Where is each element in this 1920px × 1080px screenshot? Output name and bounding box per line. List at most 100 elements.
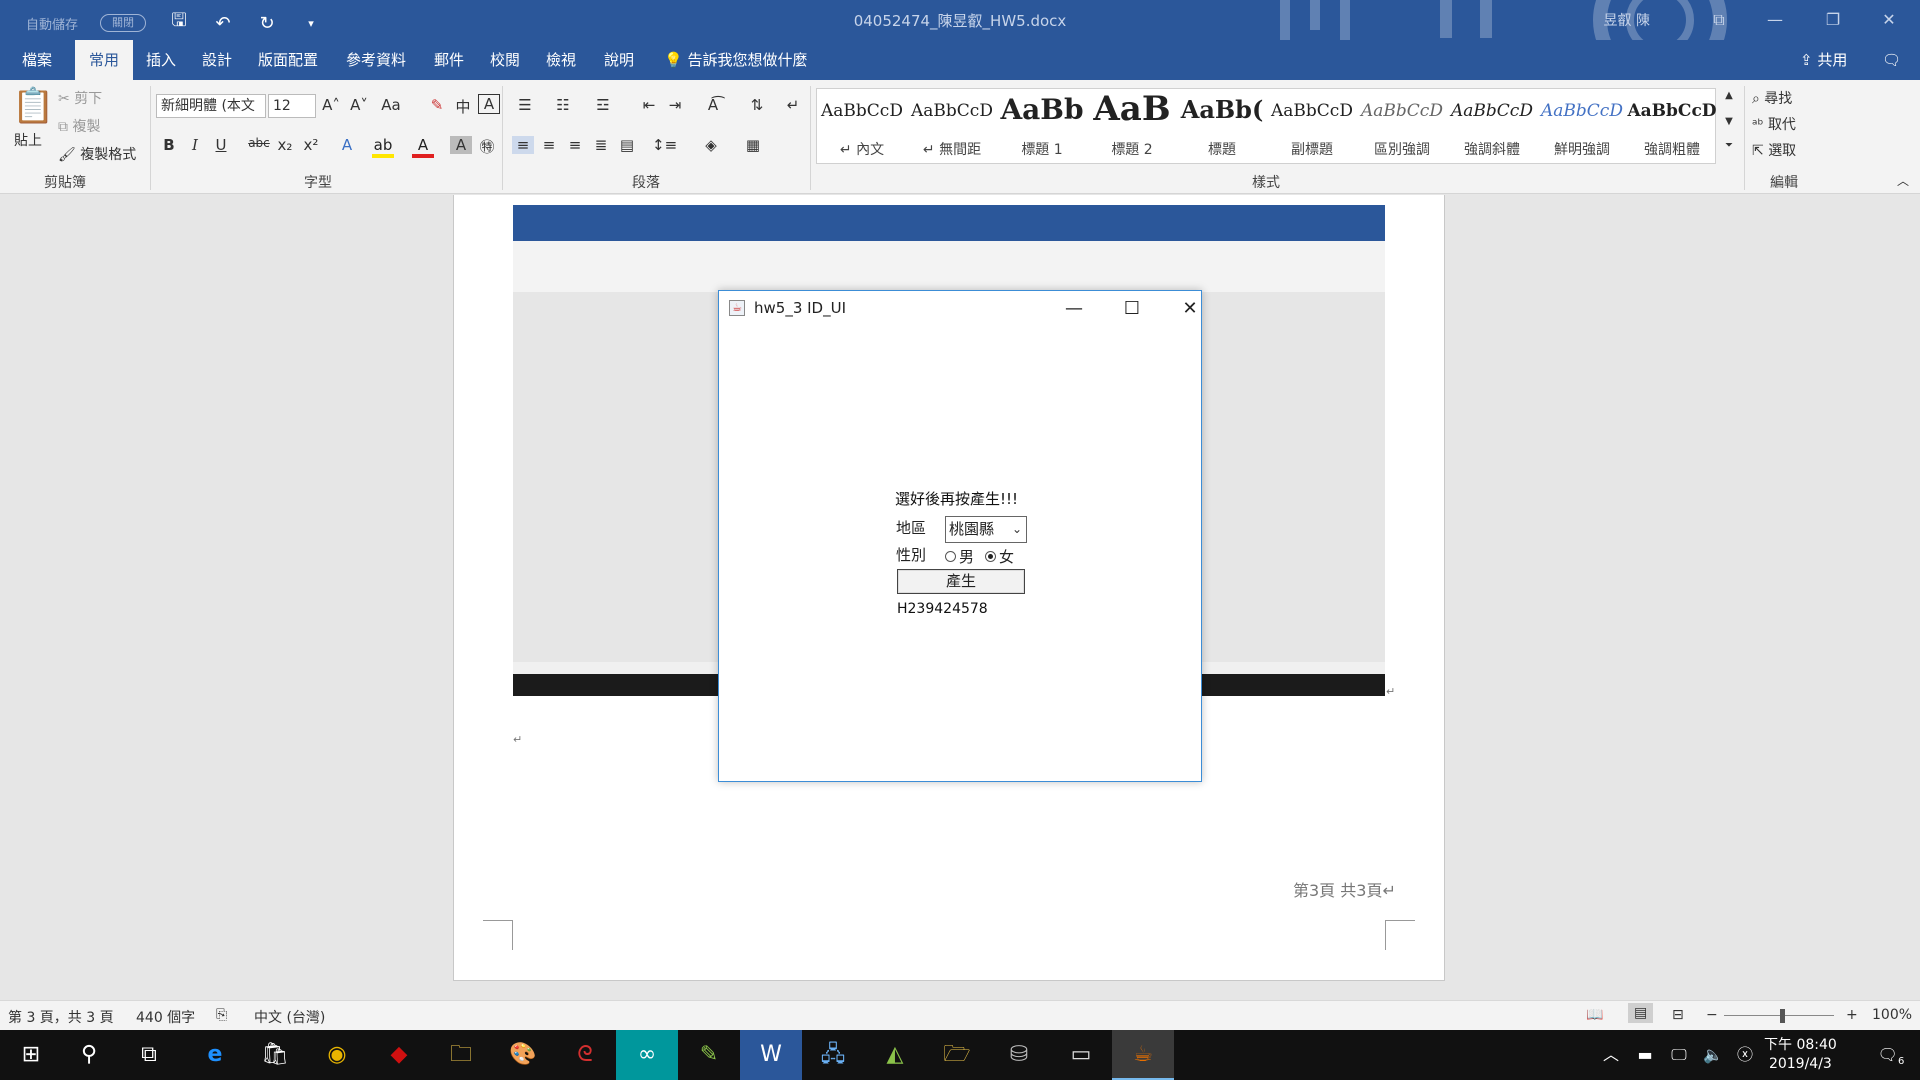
style-heading-1[interactable]: AaBb 標題 1 xyxy=(997,89,1087,163)
strikethrough-icon[interactable]: abc xyxy=(248,136,270,150)
clear-format-icon[interactable]: ✎ xyxy=(426,96,448,114)
increase-indent-icon[interactable]: ⇥ xyxy=(664,96,686,114)
word-icon[interactable]: W xyxy=(740,1030,802,1080)
collapse-ribbon-icon[interactable]: ︿ xyxy=(1892,172,1914,189)
garena-icon[interactable]: ᘓ xyxy=(554,1030,616,1080)
style-subtle-emphasis[interactable]: AaBbCcD 區別強調 xyxy=(1357,89,1447,163)
tab-review[interactable]: 校閱 xyxy=(476,40,534,80)
find-button[interactable]: ⌕ 尋找 xyxy=(1752,88,1792,108)
tab-mailings[interactable]: 郵件 xyxy=(420,40,478,80)
word-count[interactable]: 440 個字 xyxy=(136,1007,195,1027)
arduino-icon[interactable]: ∞ xyxy=(616,1030,678,1080)
network-app-icon[interactable]: 🖧 xyxy=(802,1030,864,1080)
folder-icon[interactable]: 🗁 xyxy=(926,1030,988,1080)
windows-start-icon[interactable]: ⊞ xyxy=(0,1030,62,1080)
asian-layout-icon[interactable]: A͡ xyxy=(702,96,724,114)
align-left-icon[interactable]: ≡ xyxy=(512,136,534,154)
font-color-icon[interactable]: A xyxy=(412,136,434,158)
volume-icon[interactable]: 🔈 xyxy=(1698,1030,1728,1080)
chevron-up-icon[interactable]: ︿ xyxy=(1596,1030,1626,1080)
decrease-indent-icon[interactable]: ⇤ xyxy=(638,96,660,114)
bullets-icon[interactable]: ☰ xyxy=(514,96,536,114)
terminal-icon[interactable]: ▭ xyxy=(1050,1030,1112,1080)
justify-icon[interactable]: ≣ xyxy=(590,136,612,154)
gender-male-radio[interactable]: 男 xyxy=(945,546,974,567)
java-app-taskbar-icon[interactable]: ☕ xyxy=(1112,1030,1174,1080)
show-marks-icon[interactable]: ↵ xyxy=(782,96,804,114)
style-intense-emphasis[interactable]: AaBbCcD 鮮明強調 xyxy=(1537,89,1627,163)
close-icon[interactable]: ✕ xyxy=(1866,0,1912,40)
cut-button[interactable]: ✂ 剪下 xyxy=(58,88,102,108)
copy-button[interactable]: ⧉ 複製 xyxy=(58,116,100,136)
change-case-icon[interactable]: Aa xyxy=(380,96,402,114)
styles-scroll-up-icon[interactable]: ▲ xyxy=(1718,90,1740,101)
shading-icon[interactable]: ◈ xyxy=(700,136,722,154)
chrome-icon[interactable]: ◉ xyxy=(306,1030,368,1080)
zoom-in-icon[interactable]: + xyxy=(1846,1007,1858,1023)
align-center-icon[interactable]: ≡ xyxy=(538,136,560,154)
tab-insert[interactable]: 插入 xyxy=(132,40,190,80)
superscript-icon[interactable]: x² xyxy=(300,136,322,154)
style-strong[interactable]: AaBbCcD 強調粗體 xyxy=(1627,89,1717,163)
multilevel-list-icon[interactable]: ☲ xyxy=(592,96,614,114)
database-icon[interactable]: ⛁ xyxy=(988,1030,1050,1080)
paint-app-icon[interactable]: 🎨 xyxy=(492,1030,554,1080)
subscript-icon[interactable]: x₂ xyxy=(274,136,296,154)
tab-references[interactable]: 參考資料 xyxy=(332,40,420,80)
text-effects-icon[interactable]: A xyxy=(336,136,358,154)
red-app-icon[interactable]: ◆ xyxy=(368,1030,430,1080)
borders-icon[interactable]: ▦ xyxy=(742,136,764,154)
tab-file[interactable]: 檔案 xyxy=(8,40,66,80)
language-indicator[interactable]: 中文 (台灣) xyxy=(254,1007,325,1027)
character-shading-icon[interactable]: A xyxy=(450,136,472,154)
character-border-icon[interactable]: A xyxy=(478,94,500,114)
comments-icon[interactable]: 🗨 xyxy=(1868,40,1915,80)
network-icon[interactable]: 🖵 xyxy=(1664,1030,1694,1080)
region-select[interactable]: 桃園縣 ⌄ xyxy=(945,516,1027,543)
enclose-characters-icon[interactable]: ㊕ xyxy=(476,136,498,157)
paste-button[interactable]: 貼上 xyxy=(14,130,42,150)
tab-home[interactable]: 常用 xyxy=(75,40,134,80)
line-spacing-icon[interactable]: ↕≡ xyxy=(652,136,677,154)
zoom-level[interactable]: 100% xyxy=(1872,1007,1912,1023)
bold-icon[interactable]: B xyxy=(158,136,180,154)
numbering-icon[interactable]: ☷ xyxy=(552,96,574,114)
tab-layout[interactable]: 版面配置 xyxy=(244,40,332,80)
page-count[interactable]: 第 3 頁，共 3 頁 xyxy=(8,1007,114,1027)
tab-help[interactable]: 說明 xyxy=(590,40,648,80)
dialog-close-icon[interactable]: ✕ xyxy=(1170,295,1210,323)
replace-button[interactable]: ᵃᵇ 取代 xyxy=(1752,114,1796,134)
tab-design[interactable]: 設計 xyxy=(188,40,246,80)
edge-browser-icon[interactable]: e xyxy=(184,1030,246,1080)
italic-icon[interactable]: I xyxy=(184,136,206,154)
style-no-spacing[interactable]: AaBbCcD ↵ 無間距 xyxy=(907,89,997,163)
battery-icon[interactable]: ▬ xyxy=(1630,1030,1660,1080)
highlight-icon[interactable]: ab xyxy=(372,136,394,158)
align-right-icon[interactable]: ≡ xyxy=(564,136,586,154)
input-status-icon[interactable]: ⓧ xyxy=(1730,1030,1760,1080)
zoom-slider-track[interactable] xyxy=(1724,1015,1834,1016)
share-button[interactable]: ⇪ 共用 xyxy=(1786,40,1861,80)
web-layout-icon[interactable]: ⊟ xyxy=(1672,1007,1684,1023)
style-emphasis[interactable]: AaBbCcD 強調斜體 xyxy=(1447,89,1537,163)
underline-icon[interactable]: U xyxy=(210,136,232,154)
action-center-icon[interactable]: 🗨6 xyxy=(1866,1030,1916,1080)
task-view-icon[interactable]: ⧉ xyxy=(118,1030,180,1080)
grow-font-icon[interactable]: A˄ xyxy=(320,96,342,114)
print-layout-icon[interactable]: ▤ xyxy=(1628,1003,1654,1023)
zoom-out-icon[interactable]: − xyxy=(1706,1007,1718,1023)
minimize-icon[interactable]: — xyxy=(1752,0,1798,40)
tell-me-box[interactable]: 💡 告訴我您想做什麼 xyxy=(650,40,821,80)
tab-view[interactable]: 檢視 xyxy=(532,40,590,80)
proofing-icon[interactable]: ⎘ xyxy=(216,1007,227,1023)
sort-icon[interactable]: ⇅ xyxy=(746,96,768,114)
store-icon[interactable]: 🛍 xyxy=(244,1030,306,1080)
account-name[interactable]: 昱叡 陳 xyxy=(1604,10,1650,30)
shrink-font-icon[interactable]: A˅ xyxy=(348,96,370,114)
paste-icon[interactable]: 📋 xyxy=(12,86,54,126)
styles-scroll-down-icon[interactable]: ▼ xyxy=(1718,116,1740,127)
search-icon[interactable]: ⚲ xyxy=(58,1030,120,1080)
styles-more-icon[interactable]: ⏷ xyxy=(1718,140,1740,151)
style-normal[interactable]: AaBbCcD ↵ 內文 xyxy=(817,89,907,163)
notepad-plus-icon[interactable]: ✎ xyxy=(678,1030,740,1080)
